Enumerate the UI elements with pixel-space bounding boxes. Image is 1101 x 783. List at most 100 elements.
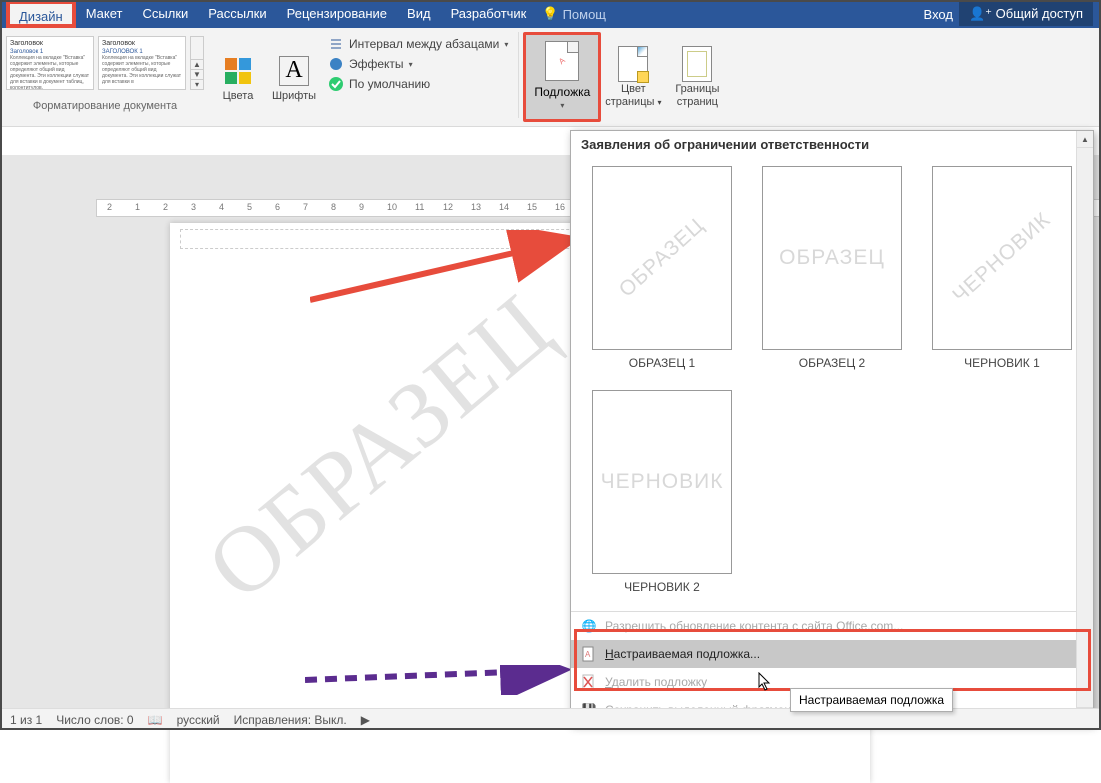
- check-icon: [328, 76, 344, 92]
- menubar: Дизайн Макет Ссылки Рассылки Рецензирова…: [0, 0, 1101, 28]
- paragraph-spacing-label: Интервал между абзацами: [349, 37, 499, 51]
- chevron-down-icon: ▾: [409, 60, 413, 69]
- svg-text:A: A: [585, 650, 591, 659]
- share-button[interactable]: 👤⁺ Общий доступ: [959, 2, 1093, 26]
- default-button[interactable]: По умолчанию: [328, 76, 508, 92]
- menu-office-update: 🌐 Разрешить обновление контента с сайта …: [571, 612, 1093, 640]
- gallery-thumb: ОБРАЗЕЦ: [762, 166, 902, 350]
- style-gallery-more[interactable]: ▲▼▾: [190, 36, 204, 90]
- gallery-thumb-watermark: ЧЕРНОВИК: [948, 208, 1055, 308]
- effects-label: Эффекты: [349, 57, 404, 71]
- paragraph-spacing-button[interactable]: Интервал между абзацами ▾: [328, 36, 508, 52]
- chevron-down-icon: ▾: [504, 40, 508, 49]
- ruler-mark: 11: [415, 202, 424, 212]
- ruler-mark: 15: [527, 202, 537, 212]
- gallery-thumb: ЧЕРНОВИК: [932, 166, 1072, 350]
- style-thumb-2-title: Заголовок: [102, 40, 182, 47]
- tab-review[interactable]: Рецензирование: [277, 0, 397, 28]
- ruler-mark: 2: [107, 202, 112, 212]
- status-track-changes[interactable]: Исправления: Выкл.: [234, 713, 347, 727]
- scroll-up-icon[interactable]: ▲: [1077, 131, 1093, 148]
- gallery-thumb: ЧЕРНОВИК: [592, 390, 732, 574]
- colors-label: Цвета: [223, 90, 254, 103]
- share-label: Общий доступ: [996, 6, 1083, 21]
- page-borders-icon: [682, 46, 712, 82]
- tab-layout[interactable]: Макет: [76, 0, 133, 28]
- globe-icon: 🌐: [581, 618, 597, 634]
- style-thumb-1-title: Заголовок: [10, 40, 90, 47]
- ruler-mark: 1: [135, 202, 140, 212]
- gallery-thumb-watermark: ЧЕРНОВИК: [601, 470, 724, 494]
- gallery-item-2[interactable]: ОБРАЗЕЦ ОБРАЗЕЦ 2: [757, 166, 907, 370]
- gallery-item-1[interactable]: ОБРАЗЕЦ ОБРАЗЕЦ 1: [587, 166, 737, 370]
- gallery-thumb-watermark: ОБРАЗЕЦ: [615, 214, 710, 303]
- ruler-mark: 4: [219, 202, 224, 212]
- ruler-mark: 2: [163, 202, 168, 212]
- page-color-label: Цвет страницы: [605, 83, 654, 108]
- colors-button[interactable]: Цвета: [210, 32, 266, 122]
- page-borders-button[interactable]: Границы страниц: [665, 32, 729, 122]
- tab-mailings[interactable]: Рассылки: [198, 0, 276, 28]
- menu-custom-watermark[interactable]: A Настраиваемая подложка...: [571, 640, 1093, 668]
- ruler-mark: 6: [275, 202, 280, 212]
- style-thumb-1-body: Коллекция на вкладке "Вставка" содержит …: [10, 55, 90, 90]
- macro-icon[interactable]: ▶: [361, 713, 370, 727]
- style-thumb-1[interactable]: Заголовок Заголовок 1 Коллекция на вклад…: [6, 36, 94, 90]
- page-color-icon: [618, 46, 648, 82]
- ruler-mark: 5: [247, 202, 252, 212]
- status-word-count[interactable]: Число слов: 0: [56, 713, 133, 727]
- fonts-label: Шрифты: [272, 90, 316, 103]
- gallery-item-4[interactable]: ЧЕРНОВИК ЧЕРНОВИК 2: [587, 390, 737, 594]
- gallery-thumb-watermark: ОБРАЗЕЦ: [779, 246, 885, 270]
- cursor-icon: [758, 672, 772, 692]
- login-link[interactable]: Вход: [924, 7, 953, 22]
- chevron-down-icon: ▾: [657, 98, 661, 107]
- ruler-mark: 8: [331, 202, 336, 212]
- tab-view[interactable]: Вид: [397, 0, 441, 28]
- gallery-caption: ОБРАЗЕЦ 1: [587, 356, 737, 370]
- fonts-icon: А: [279, 56, 309, 86]
- proofing-icon[interactable]: 📖: [148, 713, 163, 727]
- gallery-caption: ЧЕРНОВИК 2: [587, 580, 737, 594]
- effects-icon: [328, 56, 344, 72]
- gallery-grid: ОБРАЗЕЦ ОБРАЗЕЦ 1 ОБРАЗЕЦ ОБРАЗЕЦ 2 ЧЕРНОВИК…: [571, 158, 1093, 602]
- gallery-scrollbar[interactable]: ▲ ▼: [1076, 131, 1093, 724]
- gallery-section-header: Заявления об ограничении ответственности: [571, 131, 1093, 158]
- gallery-item-3[interactable]: ЧЕРНОВИКЧЕРНОВИК 1: [927, 166, 1077, 370]
- effects-button[interactable]: Эффекты ▾: [328, 56, 508, 72]
- page-color-button[interactable]: Цвет страницы ▾: [601, 32, 665, 122]
- page-icon: A: [581, 646, 597, 662]
- fonts-button[interactable]: А Шрифты: [266, 32, 322, 122]
- group-formatting-label: Форматирование документа: [0, 100, 210, 112]
- share-icon: 👤⁺: [969, 6, 992, 21]
- tab-references[interactable]: Ссылки: [133, 0, 199, 28]
- ruler-mark: 16: [555, 202, 565, 212]
- watermark-button[interactable]: A Подложка ▾: [523, 32, 601, 122]
- tab-design[interactable]: Дизайн: [6, 0, 76, 28]
- ruler-mark: 3: [191, 202, 196, 212]
- menu-office-label: Разрешить обновление контента с сайта Of…: [605, 619, 903, 633]
- status-page[interactable]: 1 из 1: [10, 713, 42, 727]
- chevron-down-icon: ▾: [560, 101, 564, 110]
- ruler-mark: 12: [443, 202, 453, 212]
- style-thumb-2-body: Коллекция на вкладке "Вставка" содержит …: [102, 55, 182, 85]
- gallery-caption: ОБРАЗЕЦ 2: [757, 356, 907, 370]
- default-label: По умолчанию: [349, 77, 430, 91]
- ribbon: Заголовок Заголовок 1 Коллекция на вклад…: [0, 28, 1101, 127]
- style-thumb-2[interactable]: Заголовок ЗАГОЛОВОК 1 Коллекция на вклад…: [98, 36, 186, 90]
- ruler-mark: 10: [387, 202, 397, 212]
- page-borders-label: Границы страниц: [665, 83, 729, 109]
- ruler-mark: 7: [303, 202, 308, 212]
- status-language[interactable]: русский: [177, 713, 220, 727]
- bulb-icon: 💡: [542, 6, 558, 22]
- paragraph-spacing-icon: [328, 36, 344, 52]
- tell-me-label: Помощ: [563, 7, 606, 22]
- watermark-icon: A: [545, 41, 579, 81]
- tab-developer[interactable]: Разработчик: [441, 0, 537, 28]
- ruler-mark: 9: [359, 202, 364, 212]
- ruler-mark: 13: [471, 202, 481, 212]
- tell-me[interactable]: 💡 Помощ: [542, 6, 606, 22]
- watermark-gallery-panel: Заявления об ограничении ответственности…: [570, 130, 1094, 725]
- style-gallery[interactable]: Заголовок Заголовок 1 Коллекция на вклад…: [0, 32, 210, 94]
- ruler-mark: 14: [499, 202, 509, 212]
